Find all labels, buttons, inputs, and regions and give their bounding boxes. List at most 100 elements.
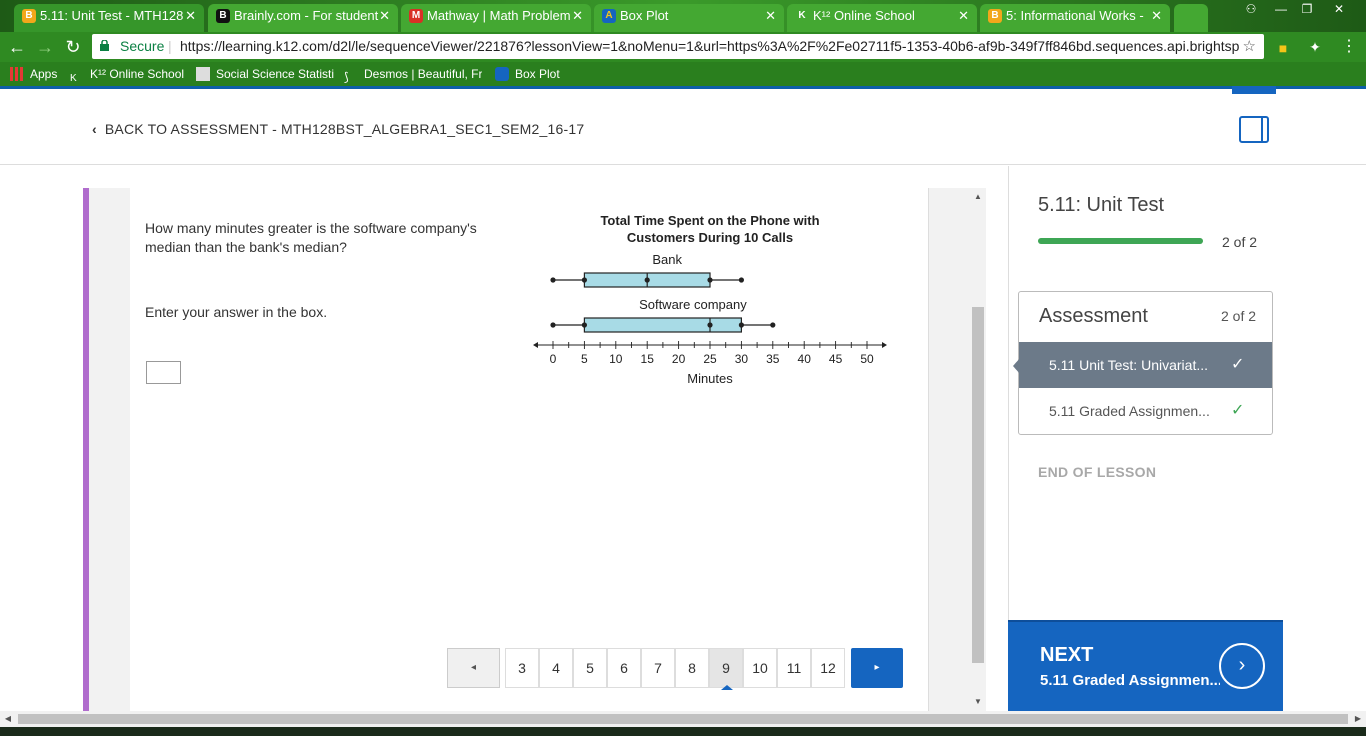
star-icon[interactable]: ☆ xyxy=(1243,34,1256,59)
minimize-icon[interactable]: — xyxy=(1268,0,1294,20)
answer-input[interactable] xyxy=(146,361,181,384)
reload-icon[interactable]: ↻ xyxy=(62,36,84,58)
chevron-right-icon[interactable]: › xyxy=(1219,643,1265,689)
bookmark-apps[interactable]: Apps xyxy=(10,66,57,82)
user-icon[interactable]: ⚇ xyxy=(1238,0,1264,20)
box-point xyxy=(550,322,556,328)
brainly-favicon-icon: B xyxy=(988,9,1002,23)
box-plot-chart: Total Time Spent on the Phone with Custom… xyxy=(533,213,887,386)
address-bar[interactable]: Secure | https://learning.k12.com/d2l/le… xyxy=(92,34,1264,59)
page-button-6[interactable]: 6 xyxy=(607,648,641,688)
scroll-down-icon[interactable]: ▼ xyxy=(970,695,986,709)
chevron-left-icon: ‹ xyxy=(92,121,97,137)
tab-mathway[interactable]: M Mathway | Math Problem ✕ xyxy=(401,4,591,32)
bookmark-label: Desmos | Beautiful, Fr xyxy=(364,67,482,81)
close-icon[interactable]: ✕ xyxy=(572,4,583,28)
tick-label: 10 xyxy=(609,352,623,366)
prev-page-button[interactable]: ◂ xyxy=(447,648,500,688)
restore-icon[interactable]: ❐ xyxy=(1294,0,1320,20)
close-icon[interactable]: ✕ xyxy=(958,4,969,28)
close-icon[interactable]: ✕ xyxy=(379,4,390,28)
tab-title: K¹² Online School xyxy=(813,8,915,23)
next-page-button[interactable]: ▸ xyxy=(851,648,903,688)
menu-kebab-icon[interactable]: ⋮ xyxy=(1338,36,1360,58)
page-button-5[interactable]: 5 xyxy=(573,648,607,688)
window-close-icon[interactable]: ✕ xyxy=(1326,0,1352,20)
tab-k12[interactable]: K K¹² Online School ✕ xyxy=(787,4,977,32)
tab-title: 5.11: Unit Test - MTH128 xyxy=(40,8,184,23)
forward-arrow-icon[interactable]: → xyxy=(34,36,56,58)
url-text[interactable]: https://learning.k12.com/d2l/le/sequence… xyxy=(180,34,1240,59)
lock-icon xyxy=(100,40,109,51)
series-label: Bank xyxy=(652,252,682,267)
page-header: ‹ BACK TO ASSESSMENT - MTH128BST_ALGEBRA1… xyxy=(0,94,1366,165)
page-button-7[interactable]: 7 xyxy=(641,648,675,688)
assessment-item-graded-assignment[interactable]: 5.11 Graded Assignmen... ✓ xyxy=(1019,388,1272,434)
bookmark-social-science[interactable]: Social Science Statistic xyxy=(196,66,334,82)
box xyxy=(583,317,743,333)
tab-box-plot[interactable]: A Box Plot ✕ xyxy=(594,4,784,32)
horizontal-scroll-thumb[interactable] xyxy=(18,714,1348,724)
active-item-notch xyxy=(1013,358,1020,374)
caret-left-icon: ◂ xyxy=(470,662,477,673)
page-button-10[interactable]: 10 xyxy=(743,648,777,688)
x-axis-label: Minutes xyxy=(687,371,733,386)
box-point xyxy=(738,277,744,283)
back-to-assessment-link[interactable]: ‹ BACK TO ASSESSMENT - MTH128BST_ALGEBRA1… xyxy=(92,121,584,137)
tick-label: 35 xyxy=(766,352,780,366)
k12-icon: K xyxy=(798,10,806,21)
tick-label: 45 xyxy=(829,352,843,366)
box-point xyxy=(707,277,713,283)
left-rail xyxy=(83,188,130,711)
checkmark-icon: ✓ xyxy=(1231,356,1245,373)
back-arrow-icon[interactable]: ← xyxy=(6,36,28,58)
close-icon[interactable]: ✕ xyxy=(765,4,776,28)
tab-title: Box Plot xyxy=(620,8,669,23)
top-divider xyxy=(0,86,1366,94)
bookmark-desmos[interactable]: ⟆ Desmos | Beautiful, Fr xyxy=(344,66,482,83)
box-point xyxy=(550,277,556,283)
panel-toggle-button[interactable] xyxy=(1239,116,1269,143)
new-tab-button[interactable] xyxy=(1174,4,1208,32)
close-icon[interactable]: ✕ xyxy=(185,4,196,28)
chart-title: Total Time Spent on the Phone with Custom… xyxy=(600,213,819,245)
scroll-up-icon[interactable]: ▲ xyxy=(970,190,986,204)
chart-marks: Bank Software company 0 5 10 15 20 25 30 35 40 45 50 xyxy=(533,252,887,366)
secure-label: Secure xyxy=(120,38,165,54)
back-label: BACK TO ASSESSMENT - MTH128BST_ALGEBRA1_… xyxy=(104,121,585,137)
bookmark-k12[interactable]: K K¹² Online School xyxy=(70,66,184,85)
progress-text: 2 of 2 xyxy=(1222,234,1258,250)
checkmark-icon: ✓ xyxy=(1231,402,1245,419)
apps-grid-icon xyxy=(10,67,24,81)
tab-unit-test[interactable]: B 5.11: Unit Test - MTH128 ✕ xyxy=(14,4,204,32)
page-button-12[interactable]: 12 xyxy=(811,648,845,688)
bookmark-label: Box Plot xyxy=(515,67,560,81)
assessment-item-unit-test[interactable]: 5.11 Unit Test: Univariat... ✓ xyxy=(1019,342,1272,388)
vertical-scroll-thumb[interactable] xyxy=(972,307,984,663)
tab-brainly[interactable]: B Brainly.com - For student ✕ xyxy=(208,4,398,32)
scroll-left-icon[interactable]: ◀ xyxy=(2,713,14,725)
extension-icon[interactable]: ■ xyxy=(1272,37,1294,57)
page-button-11[interactable]: 11 xyxy=(777,648,811,688)
extension-icon[interactable]: ✦ xyxy=(1304,36,1326,58)
close-icon[interactable]: ✕ xyxy=(1151,4,1162,28)
page-button-9[interactable]: 9 xyxy=(709,648,743,690)
box-point xyxy=(581,322,587,328)
mathway-icon: M xyxy=(409,9,423,23)
box-point xyxy=(644,277,650,283)
assessment-item-label: 5.11 Graded Assignmen... xyxy=(1049,403,1210,419)
page-button-8[interactable]: 8 xyxy=(675,648,709,688)
brainly-icon: B xyxy=(216,9,230,23)
bookmark-box-plot[interactable]: Box Plot xyxy=(495,66,560,82)
axis-arrow-right xyxy=(882,342,887,348)
page-button-4[interactable]: 4 xyxy=(539,648,573,688)
next-item-title: 5.11 Graded Assignmen... xyxy=(1040,672,1220,689)
separator: | xyxy=(168,38,172,54)
tab-informational[interactable]: B 5: Informational Works - ✕ xyxy=(980,4,1170,32)
page-button-3[interactable]: 3 xyxy=(505,648,539,688)
box-point xyxy=(707,322,713,328)
box-point xyxy=(581,277,587,283)
brainly-favicon-icon: B xyxy=(22,9,36,23)
scroll-right-icon[interactable]: ▶ xyxy=(1352,713,1364,725)
tick-label: 0 xyxy=(550,352,557,366)
